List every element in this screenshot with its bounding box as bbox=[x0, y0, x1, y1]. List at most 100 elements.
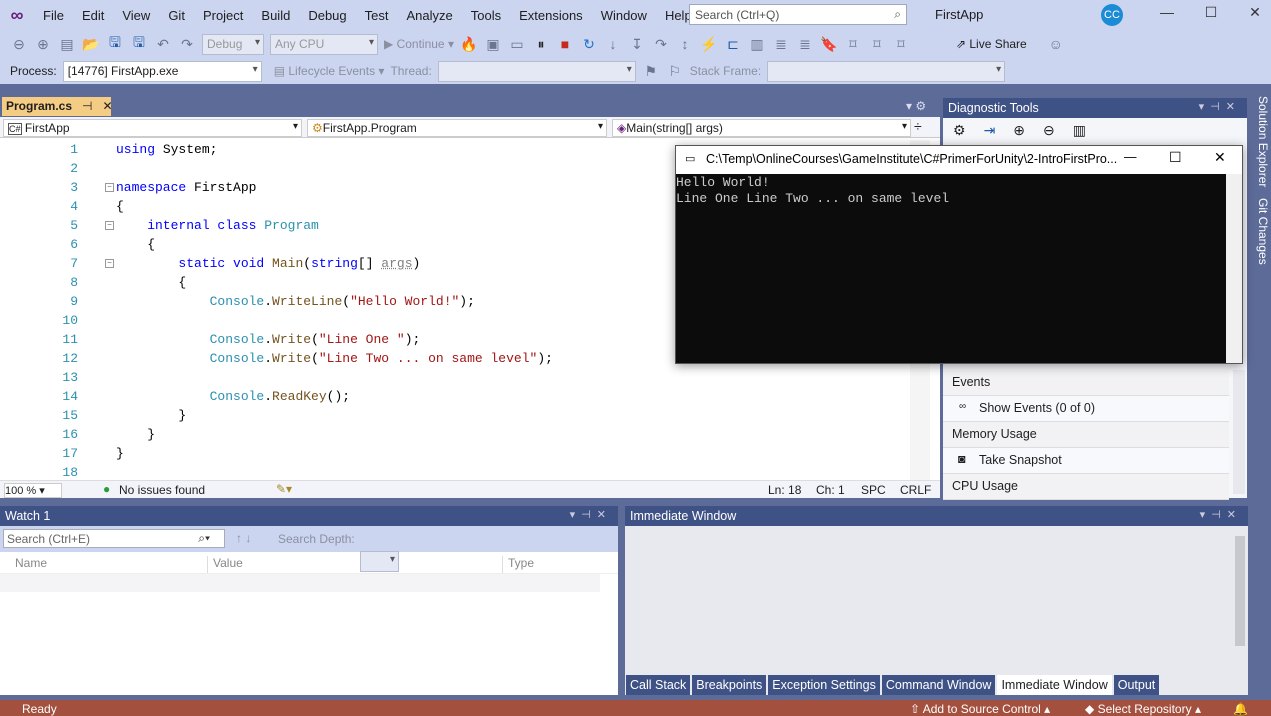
step-over-icon[interactable]: ↧ bbox=[628, 36, 646, 53]
column-value[interactable]: Value bbox=[208, 556, 503, 573]
console-maximize-button[interactable]: ☐ bbox=[1169, 149, 1182, 166]
watch-search-input[interactable]: Search (Ctrl+E) ⌕▾ bbox=[3, 529, 225, 548]
menu-extensions[interactable]: Extensions bbox=[510, 8, 592, 23]
fold-toggle-icon[interactable]: − bbox=[105, 221, 114, 230]
tab-program-cs[interactable]: Program.cs ⊣ ✕ bbox=[2, 97, 113, 116]
panel-controls-icon[interactable]: ▾⊣✕ bbox=[570, 508, 612, 521]
search-prev-icon[interactable]: ↑ ↓ bbox=[236, 531, 251, 545]
cleanup-icon[interactable]: ✎▾ bbox=[276, 482, 292, 496]
export-icon[interactable]: ⇥ bbox=[984, 122, 996, 140]
diagnostic-scrollbar[interactable] bbox=[1233, 370, 1245, 494]
chart-icon[interactable]: ▥ bbox=[1073, 122, 1086, 140]
search-depth-select[interactable] bbox=[360, 551, 399, 572]
continue-button[interactable]: ▶ Continue ▾ bbox=[384, 37, 454, 51]
tab-command-window[interactable]: Command Window bbox=[881, 675, 996, 695]
watch-empty-row[interactable] bbox=[0, 574, 600, 592]
tab-git-changes[interactable]: Git Changes bbox=[1256, 198, 1270, 265]
configuration-select[interactable]: Debug bbox=[202, 33, 264, 55]
format-icon[interactable]: ⊏ bbox=[724, 36, 742, 53]
open-icon[interactable]: 📂 bbox=[82, 36, 100, 53]
flag-icon[interactable]: ⚑ bbox=[642, 63, 660, 80]
tab-immediate-window[interactable]: Immediate Window bbox=[997, 675, 1112, 695]
pin-icon[interactable]: ⊣ bbox=[82, 99, 92, 114]
flag-threads-icon[interactable]: ⚐ bbox=[666, 63, 684, 80]
take-snapshot-button[interactable]: ◙ Take Snapshot bbox=[943, 448, 1229, 474]
vs-logo-icon[interactable]: ∞ bbox=[0, 5, 34, 26]
fold-toggle-icon[interactable]: − bbox=[105, 183, 114, 192]
hot-reload-icon[interactable]: 🔥 bbox=[460, 36, 478, 53]
step-into-icon[interactable]: ↓ bbox=[604, 36, 622, 52]
menu-tools[interactable]: Tools bbox=[462, 8, 510, 23]
show-next-icon[interactable]: ↕ bbox=[676, 36, 694, 52]
zoom-out-icon[interactable]: ⊖ bbox=[1043, 122, 1055, 140]
console-close-button[interactable]: ✕ bbox=[1214, 149, 1226, 166]
tab-output[interactable]: Output bbox=[1113, 675, 1160, 695]
restart-icon[interactable]: ↻ bbox=[580, 36, 598, 53]
panel-controls-icon[interactable]: ▾⊣✕ bbox=[1199, 100, 1241, 113]
minimize-button[interactable]: — bbox=[1152, 4, 1182, 26]
menu-edit[interactable]: Edit bbox=[73, 8, 113, 23]
step-out-icon[interactable]: ↷ bbox=[652, 36, 670, 53]
columns-icon[interactable]: ▥ bbox=[748, 36, 766, 53]
menu-debug[interactable]: Debug bbox=[299, 8, 355, 23]
avatar[interactable]: CC bbox=[1101, 4, 1123, 26]
window-icon[interactable]: ▭ bbox=[508, 36, 526, 53]
save-all-icon[interactable]: 🖫 bbox=[130, 32, 148, 56]
new-item-icon[interactable]: ▤ bbox=[58, 36, 76, 53]
comment-icon[interactable]: ≣ bbox=[772, 36, 790, 53]
tab-call-stack[interactable]: Call Stack bbox=[626, 675, 691, 695]
live-share-button[interactable]: ⇗ Live Share bbox=[956, 37, 1027, 51]
issues-status[interactable]: No issues found bbox=[119, 483, 205, 497]
redo-icon[interactable]: ↷ bbox=[178, 36, 196, 53]
save-icon[interactable]: 🖫 bbox=[106, 32, 124, 56]
next-bookmark-icon[interactable]: ⌑ bbox=[868, 36, 886, 53]
menu-analyze[interactable]: Analyze bbox=[397, 8, 461, 23]
zoom-in-icon[interactable]: ⊕ bbox=[1013, 122, 1025, 140]
console-minimize-button[interactable]: — bbox=[1124, 150, 1137, 164]
tab-exception-settings[interactable]: Exception Settings bbox=[768, 675, 880, 695]
stack-frame-select[interactable] bbox=[767, 60, 1006, 82]
search-input[interactable]: Search (Ctrl+Q) ⌕ bbox=[689, 4, 907, 25]
prev-bookmark-icon[interactable]: ⌑ bbox=[844, 36, 862, 53]
menu-window[interactable]: Window bbox=[592, 8, 656, 23]
bookmark-icon[interactable]: 🔖 bbox=[820, 36, 838, 53]
immediate-scrollbar[interactable] bbox=[1235, 536, 1245, 646]
menu-build[interactable]: Build bbox=[252, 8, 299, 23]
column-type[interactable]: Type bbox=[503, 556, 534, 573]
add-source-control-button[interactable]: ⇧ Add to Source Control ▴ bbox=[910, 702, 1050, 716]
uncomment-icon[interactable]: ≣ bbox=[796, 36, 814, 53]
forward-icon[interactable]: ⊕ bbox=[34, 36, 52, 53]
lifecycle-events-button[interactable]: ▤ Lifecycle Events ▾ bbox=[274, 64, 385, 78]
menu-project[interactable]: Project bbox=[194, 8, 252, 23]
menu-test[interactable]: Test bbox=[356, 8, 398, 23]
panel-controls-icon[interactable]: ▾⊣✕ bbox=[1200, 508, 1242, 521]
menu-file[interactable]: File bbox=[34, 8, 73, 23]
console-scrollbar[interactable] bbox=[1226, 174, 1242, 363]
back-icon[interactable]: ⊖ bbox=[10, 36, 28, 53]
pause-icon[interactable]: ⏸ bbox=[532, 36, 550, 53]
immediate-window[interactable]: Immediate Window ▾⊣✕ bbox=[625, 506, 1248, 695]
clear-bookmark-icon[interactable]: ⌑ bbox=[892, 36, 910, 53]
class-dropdown[interactable]: ⚙FirstApp.Program bbox=[307, 119, 607, 137]
thread-select[interactable] bbox=[437, 60, 636, 82]
split-icon[interactable]: ÷ bbox=[914, 118, 922, 134]
close-button[interactable]: ✕ bbox=[1240, 4, 1270, 26]
menu-view[interactable]: View bbox=[113, 8, 159, 23]
project-dropdown[interactable]: C# FirstApp bbox=[3, 119, 302, 137]
close-tab-icon[interactable]: ✕ bbox=[102, 99, 112, 114]
line-ending[interactable]: CRLF bbox=[900, 483, 931, 497]
tab-list-icon[interactable]: ▾ ⚙ bbox=[906, 99, 926, 113]
undo-icon[interactable]: ↶ bbox=[154, 36, 172, 53]
tab-breakpoints[interactable]: Breakpoints bbox=[692, 675, 767, 695]
feedback-icon[interactable]: ☺ bbox=[1047, 36, 1065, 52]
fold-toggle-icon[interactable]: − bbox=[105, 259, 114, 268]
console-window[interactable]: ▭ C:\Temp\OnlineCourses\GameInstitute\C#… bbox=[675, 145, 1243, 364]
maximize-button[interactable]: ☐ bbox=[1196, 4, 1226, 26]
tab-solution-explorer[interactable]: Solution Explorer bbox=[1256, 96, 1270, 187]
zoom-select[interactable]: 100 % ▾ bbox=[4, 483, 62, 498]
process-select[interactable]: [14776] FirstApp.exe bbox=[62, 60, 262, 82]
project-icon[interactable]: ▣ bbox=[484, 36, 502, 53]
stop-icon[interactable]: ■ bbox=[556, 36, 574, 52]
settings-icon[interactable]: ⚙ bbox=[953, 122, 966, 140]
notifications-icon[interactable]: 🔔 bbox=[1233, 702, 1248, 716]
